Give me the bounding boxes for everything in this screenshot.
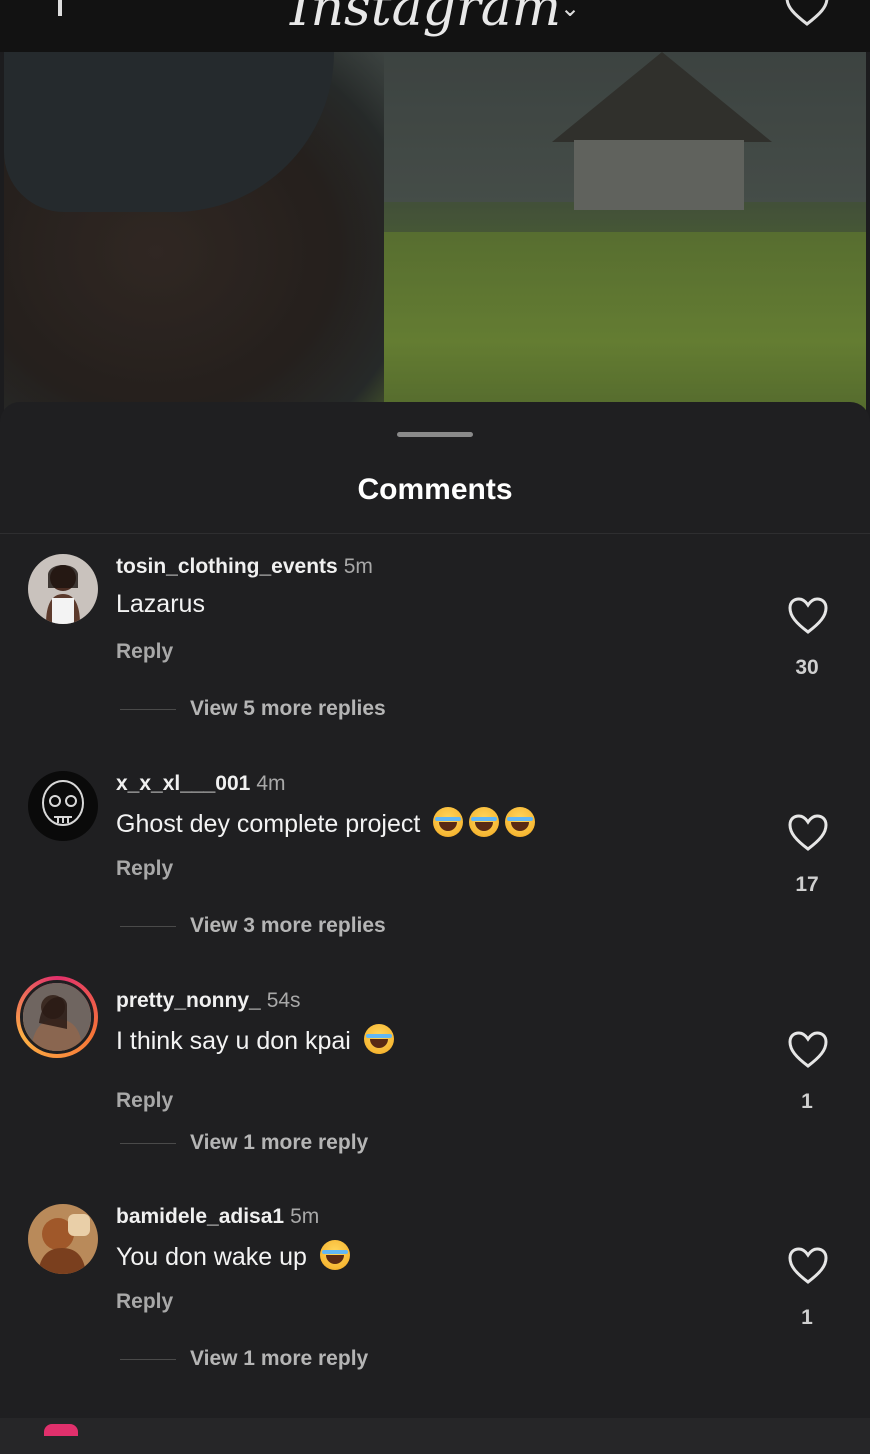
reply-button[interactable]: Reply [116, 640, 173, 664]
avatar[interactable] [28, 1204, 98, 1274]
like-count: 1 [801, 1306, 813, 1329]
comment-username[interactable]: bamidele_adisa1 5m [116, 1205, 319, 1229]
user-avatar-ring [44, 1424, 78, 1436]
like-heart-icon[interactable] [786, 1246, 830, 1286]
like-heart-icon[interactable] [786, 813, 830, 853]
sheet-title: Comments [357, 473, 513, 506]
skull-avatar[interactable] [28, 771, 98, 841]
woman-white-top-avatar[interactable] [28, 554, 98, 624]
comment-item: tosin_clothing_events 5m Lazarus Reply 30… [0, 554, 870, 754]
comment-time: 5m [290, 1205, 320, 1228]
comment-text: Lazarus [116, 590, 205, 618]
like-count: 17 [795, 873, 819, 896]
activity-heart-icon[interactable] [784, 0, 830, 28]
comment-item: bamidele_adisa1 5m You don wake up Reply … [0, 1204, 870, 1404]
comment-time: 54s [266, 989, 301, 1012]
laughing-emoji-icon [319, 1240, 350, 1270]
app-header: Instagram ⌄ [0, 0, 870, 52]
laughing-emoji-icon [363, 1024, 394, 1054]
drag-handle[interactable] [397, 432, 473, 437]
back-icon[interactable] [58, 0, 62, 16]
view-more-replies[interactable]: View 5 more replies [120, 697, 386, 721]
story-ring-avatar[interactable] [16, 976, 98, 1058]
like-count: 1 [801, 1090, 813, 1113]
comment-time: 5m [343, 555, 373, 578]
comment-item: x_x_xl___001 4m Ghost dey complete projec… [0, 771, 870, 971]
view-more-replies[interactable]: View 3 more replies [120, 914, 386, 938]
app-logo: Instagram [290, 0, 562, 38]
chevron-down-icon[interactable]: ⌄ [560, 0, 580, 23]
like-heart-icon[interactable] [786, 1030, 830, 1070]
laughing-emoji-icon [433, 807, 464, 837]
divider [0, 533, 870, 534]
reply-button[interactable]: Reply [116, 857, 173, 881]
laughing-emoji-icon [469, 807, 500, 837]
laughing-emoji-icon [505, 807, 536, 837]
comment-item: pretty_nonny_ 54s I think say u don kpai … [0, 976, 870, 1188]
comment-username[interactable]: pretty_nonny_ 54s [116, 989, 301, 1013]
comment-text: Ghost dey complete project [116, 807, 536, 839]
comment-input-bar[interactable] [0, 1418, 870, 1454]
like-count: 30 [795, 656, 819, 679]
reply-button[interactable]: Reply [116, 1089, 173, 1113]
view-more-replies[interactable]: View 1 more reply [120, 1131, 368, 1155]
comment-username[interactable]: tosin_clothing_events 5m [116, 555, 373, 579]
reply-button[interactable]: Reply [116, 1290, 173, 1314]
comment-time: 4m [256, 772, 286, 795]
comment-username[interactable]: x_x_xl___001 4m [116, 772, 286, 796]
like-heart-icon[interactable] [786, 596, 830, 636]
video-preview[interactable] [4, 52, 866, 452]
view-more-replies[interactable]: View 1 more reply [120, 1347, 368, 1371]
comment-text: I think say u don kpai [116, 1024, 394, 1056]
comment-text: You don wake up [116, 1240, 350, 1272]
